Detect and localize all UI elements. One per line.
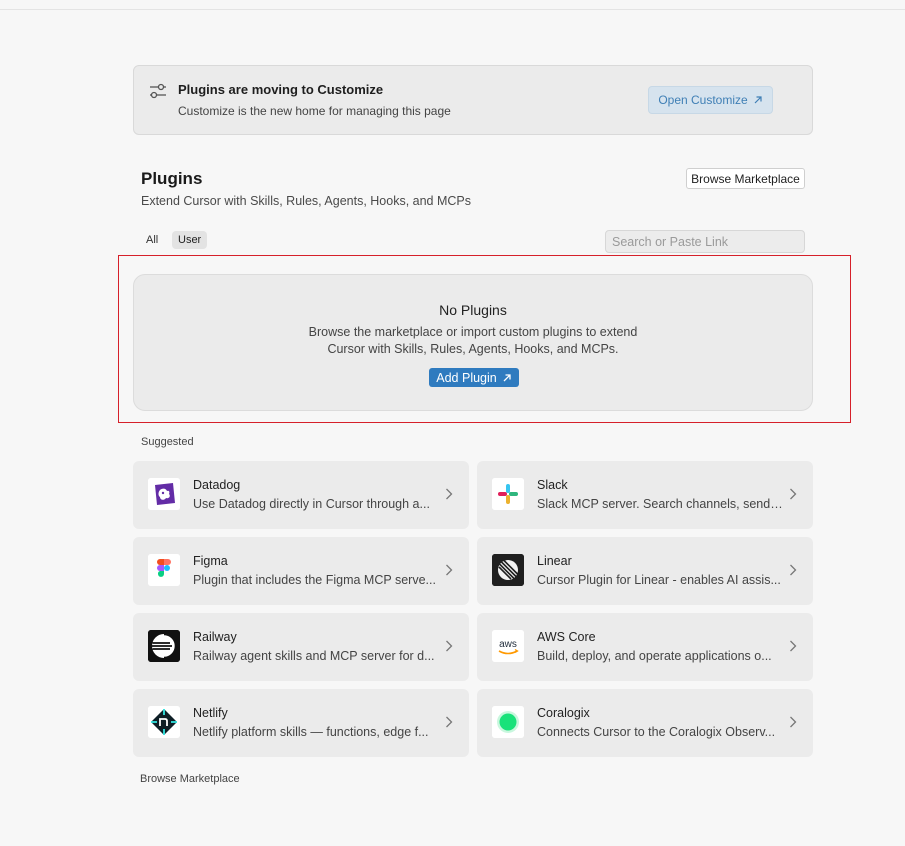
sliders-icon (150, 83, 166, 99)
banner-subtitle: Customize is the new home for managing t… (178, 104, 451, 118)
browse-marketplace-link[interactable]: Browse Marketplace (140, 773, 240, 785)
plugin-card-datadog[interactable]: Datadog Use Datadog directly in Cursor t… (133, 461, 469, 529)
plugin-card-linear[interactable]: Linear Cursor Plugin for Linear - enable… (477, 537, 813, 605)
plugin-card-netlify[interactable]: Netlify Netlify platform skills — functi… (133, 689, 469, 757)
plugin-name: Railway (193, 630, 237, 644)
plugin-description: Railway agent skills and MCP server for … (193, 649, 435, 663)
banner-title: Plugins are moving to Customize (178, 82, 384, 97)
plugin-name: Datadog (193, 478, 241, 492)
netlify-icon (148, 706, 180, 738)
plugin-name: Linear (537, 554, 572, 568)
plugin-name: Figma (193, 554, 228, 568)
chevron-right-icon (790, 716, 797, 728)
linear-icon (492, 554, 524, 586)
coralogix-icon (492, 706, 524, 738)
chevron-right-icon (790, 564, 797, 576)
chevron-right-icon (446, 716, 453, 728)
chevron-right-icon (446, 564, 453, 576)
plugin-name: Netlify (193, 706, 228, 720)
datadog-icon (148, 478, 180, 510)
railway-icon (148, 630, 180, 662)
plugin-card-railway[interactable]: Railway Railway agent skills and MCP ser… (133, 613, 469, 681)
plugin-description: Netlify platform skills — functions, edg… (193, 725, 429, 739)
plugin-description: Slack MCP server. Search channels, send … (537, 497, 783, 511)
suggested-label: Suggested (141, 436, 194, 448)
slack-icon (492, 478, 524, 510)
plugin-name: AWS Core (537, 630, 596, 644)
plugin-name: Slack (537, 478, 568, 492)
plugin-description: Plugin that includes the Figma MCP serve… (193, 573, 436, 587)
chevron-right-icon (446, 488, 453, 500)
top-divider (0, 0, 905, 10)
svg-text:aws: aws (499, 639, 517, 650)
search-input[interactable] (605, 230, 805, 253)
figma-icon (148, 554, 180, 586)
tab-all[interactable]: All (141, 231, 163, 249)
aws-icon: aws (492, 630, 524, 662)
plugin-description: Use Datadog directly in Cursor through a… (193, 497, 430, 511)
chevron-right-icon (790, 488, 797, 500)
browse-marketplace-button[interactable]: Browse Marketplace (686, 168, 805, 189)
plugin-card-coralogix[interactable]: Coralogix Connects Cursor to the Coralog… (477, 689, 813, 757)
external-arrow-icon (754, 96, 762, 104)
selection-highlight (118, 255, 851, 423)
page-title: Plugins (141, 169, 203, 188)
open-customize-label: Open Customize (658, 93, 748, 107)
plugin-description: Connects Cursor to the Coralogix Observ.… (537, 725, 776, 739)
plugin-card-aws-core[interactable]: aws AWS Core Build, deploy, and operate … (477, 613, 813, 681)
plugin-description: Cursor Plugin for Linear - enables AI as… (537, 573, 781, 587)
chevron-right-icon (446, 640, 453, 652)
chevron-right-icon (790, 640, 797, 652)
plugin-card-slack[interactable]: Slack Slack MCP server. Search channels,… (477, 461, 813, 529)
plugin-description: Build, deploy, and operate applications … (537, 649, 772, 663)
plugin-card-figma[interactable]: Figma Plugin that includes the Figma MCP… (133, 537, 469, 605)
tab-user[interactable]: User (172, 231, 208, 249)
page-subtitle: Extend Cursor with Skills, Rules, Agents… (141, 194, 471, 208)
open-customize-button[interactable]: Open Customize (648, 86, 773, 114)
customize-banner: Plugins are moving to Customize Customiz… (133, 65, 813, 135)
plugin-name: Coralogix (537, 706, 590, 720)
